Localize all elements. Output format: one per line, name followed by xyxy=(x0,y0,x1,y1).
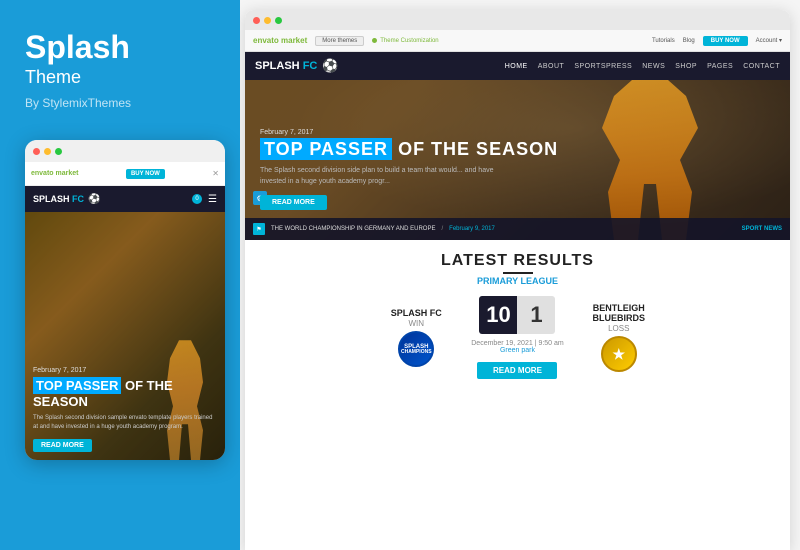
home-team-logo: SPLASH CHAMPIONS xyxy=(398,331,434,367)
desktop-topbar-links: Tutorials Blog BUY NOW Account ▾ xyxy=(652,36,782,46)
nav-pages[interactable]: PAGES xyxy=(707,63,733,70)
divider-line xyxy=(503,272,533,274)
match-read-more-button[interactable]: READ MORE xyxy=(477,362,557,379)
nav-contact[interactable]: CONTACT xyxy=(743,63,780,70)
mobile-soccer-icon: ⚽ xyxy=(88,194,100,205)
mobile-hero-content: February 7, 2017 TOP PASSER OF THE SEASO… xyxy=(25,359,225,460)
app-title: Splash xyxy=(25,30,130,65)
desktop-more-themes-dropdown[interactable]: More themes xyxy=(315,36,364,46)
nav-home[interactable]: HOME xyxy=(505,63,528,70)
left-panel: Splash Theme By StylemixThemes envato ma… xyxy=(0,0,240,550)
nav-shop[interactable]: SHOP xyxy=(675,63,697,70)
mobile-hero-text: The Splash second division sample envato… xyxy=(33,414,217,431)
primary-league-label: Primary League xyxy=(260,276,775,286)
minimize-dot xyxy=(44,148,51,155)
nav-about[interactable]: ABOUT xyxy=(538,63,565,70)
desktop-topbar: envato market More themes Theme Customiz… xyxy=(245,30,790,52)
desktop-mockup: envato market More themes Theme Customiz… xyxy=(245,10,790,550)
home-score: 10 xyxy=(479,296,517,334)
ticker-text: THE WORLD CHAMPIONSHIP IN GERMANY AND EU… xyxy=(271,226,435,232)
desktop-theme-cust: Theme Customization xyxy=(372,38,438,44)
mobile-hero-date: February 7, 2017 xyxy=(33,367,217,374)
mobile-window-bar xyxy=(25,140,225,162)
desktop-window-bar xyxy=(245,10,790,30)
desktop-ticker: ⚑ THE WORLD CHAMPIONSHIP IN GERMANY AND … xyxy=(245,218,790,240)
desktop-envato-logo: envato market xyxy=(253,36,307,45)
green-status-dot xyxy=(372,38,377,43)
bottom-section: LATEST RESULTS Primary League SPLASH FC … xyxy=(245,240,790,389)
ticker-date: February 9, 2017 xyxy=(449,226,495,232)
desktop-hero-subtitle: The Splash second division side plan to … xyxy=(260,166,510,187)
latest-results-title: LATEST RESULTS xyxy=(260,252,775,270)
right-panel: envato market More themes Theme Customiz… xyxy=(240,0,800,550)
ticker-icon: ⚑ xyxy=(253,223,265,235)
desktop-topbar-left: envato market More themes Theme Customiz… xyxy=(253,36,439,46)
away-score: 1 xyxy=(517,296,555,334)
mobile-close-icon: ✕ xyxy=(212,169,219,178)
desktop-close-dot xyxy=(253,17,260,24)
away-team-result: LOSS xyxy=(608,324,629,333)
ticker-divider: / xyxy=(441,226,443,232)
desktop-hero-date: February 7, 2017 xyxy=(260,129,558,136)
desktop-brand-text: SPLASH FC xyxy=(255,60,317,72)
ticker-right: SPORT NEWS xyxy=(742,226,782,232)
mobile-buy-now-button[interactable]: BUY NOW xyxy=(126,169,165,179)
away-team-name: BENTLEIGH BLUEBIRDS xyxy=(574,303,664,323)
desktop-hero: ⚙ February 7, 2017 TOP PASSER OF THE SEA… xyxy=(245,80,790,240)
desktop-soccer-icon: ⚽ xyxy=(322,58,338,74)
close-dot xyxy=(33,148,40,155)
desktop-hero-title: TOP PASSER OF THE SEASON xyxy=(260,140,558,160)
latest-results-divider xyxy=(260,272,775,274)
desktop-buy-now-button[interactable]: BUY NOW xyxy=(703,36,748,46)
mobile-mockup: envato market BUY NOW ✕ SPLASH FC ⚽ 0 ☰ … xyxy=(25,140,225,460)
match-date: December 19, 2021 | 9:50 am xyxy=(471,340,563,347)
mobile-topbar: envato market BUY NOW ✕ xyxy=(25,162,225,186)
desktop-brand: SPLASH FC ⚽ xyxy=(255,58,339,74)
desktop-maximize-dot xyxy=(275,17,282,24)
desktop-minimize-dot xyxy=(264,17,271,24)
home-team-info: SPLASH FC WIN SPLASH CHAMPIONS xyxy=(371,308,461,367)
match-venue: Green park xyxy=(471,347,563,354)
mobile-brand: SPLASH FC ⚽ xyxy=(33,194,100,205)
mobile-envato-logo: envato market xyxy=(31,170,78,177)
home-team-result: WIN xyxy=(408,319,424,328)
nav-sportspress[interactable]: SPORTSPRESS xyxy=(574,63,632,70)
desktop-account-link[interactable]: Account ▾ xyxy=(756,37,782,44)
mobile-menu-icon[interactable]: ☰ xyxy=(208,194,217,205)
away-team-logo: ★ xyxy=(601,336,637,372)
match-details: December 19, 2021 | 9:50 am Green park xyxy=(471,340,563,354)
away-team-info: BENTLEIGH BLUEBIRDS LOSS ★ xyxy=(574,303,664,372)
mobile-hero: February 7, 2017 TOP PASSER OF THE SEASO… xyxy=(25,212,225,460)
desktop-navbar: SPLASH FC ⚽ HOME ABOUT SPORTSPRESS NEWS … xyxy=(245,52,790,80)
desktop-blog-link[interactable]: Blog xyxy=(683,38,695,44)
cart-badge: 0 xyxy=(192,194,202,204)
desktop-hero-content: February 7, 2017 TOP PASSER OF THE SEASO… xyxy=(260,129,558,210)
desktop-tutorials-link[interactable]: Tutorials xyxy=(652,38,675,44)
desktop-nav-links: HOME ABOUT SPORTSPRESS NEWS SHOP PAGES C… xyxy=(505,63,780,70)
match-row: SPLASH FC WIN SPLASH CHAMPIONS 10 1 Dece… xyxy=(260,296,775,379)
home-team-name: SPLASH FC xyxy=(391,308,442,318)
match-score-center: 10 1 December 19, 2021 | 9:50 am Green p… xyxy=(471,296,563,379)
nav-news[interactable]: NEWS xyxy=(642,63,665,70)
maximize-dot xyxy=(55,148,62,155)
mobile-read-more-button[interactable]: READ MORE xyxy=(33,439,92,452)
mobile-hero-title: TOP PASSER OF THE SEASON xyxy=(33,378,217,409)
mobile-nav-icons: 0 ☰ xyxy=(192,194,217,205)
mobile-brand-text: SPLASH FC xyxy=(33,194,84,204)
score-box: 10 1 xyxy=(479,296,555,334)
mobile-navbar: SPLASH FC ⚽ 0 ☰ xyxy=(25,186,225,212)
app-author: By StylemixThemes xyxy=(25,96,131,110)
desktop-read-more-button[interactable]: READ MORE xyxy=(260,195,327,210)
app-subtitle: Theme xyxy=(25,67,81,88)
